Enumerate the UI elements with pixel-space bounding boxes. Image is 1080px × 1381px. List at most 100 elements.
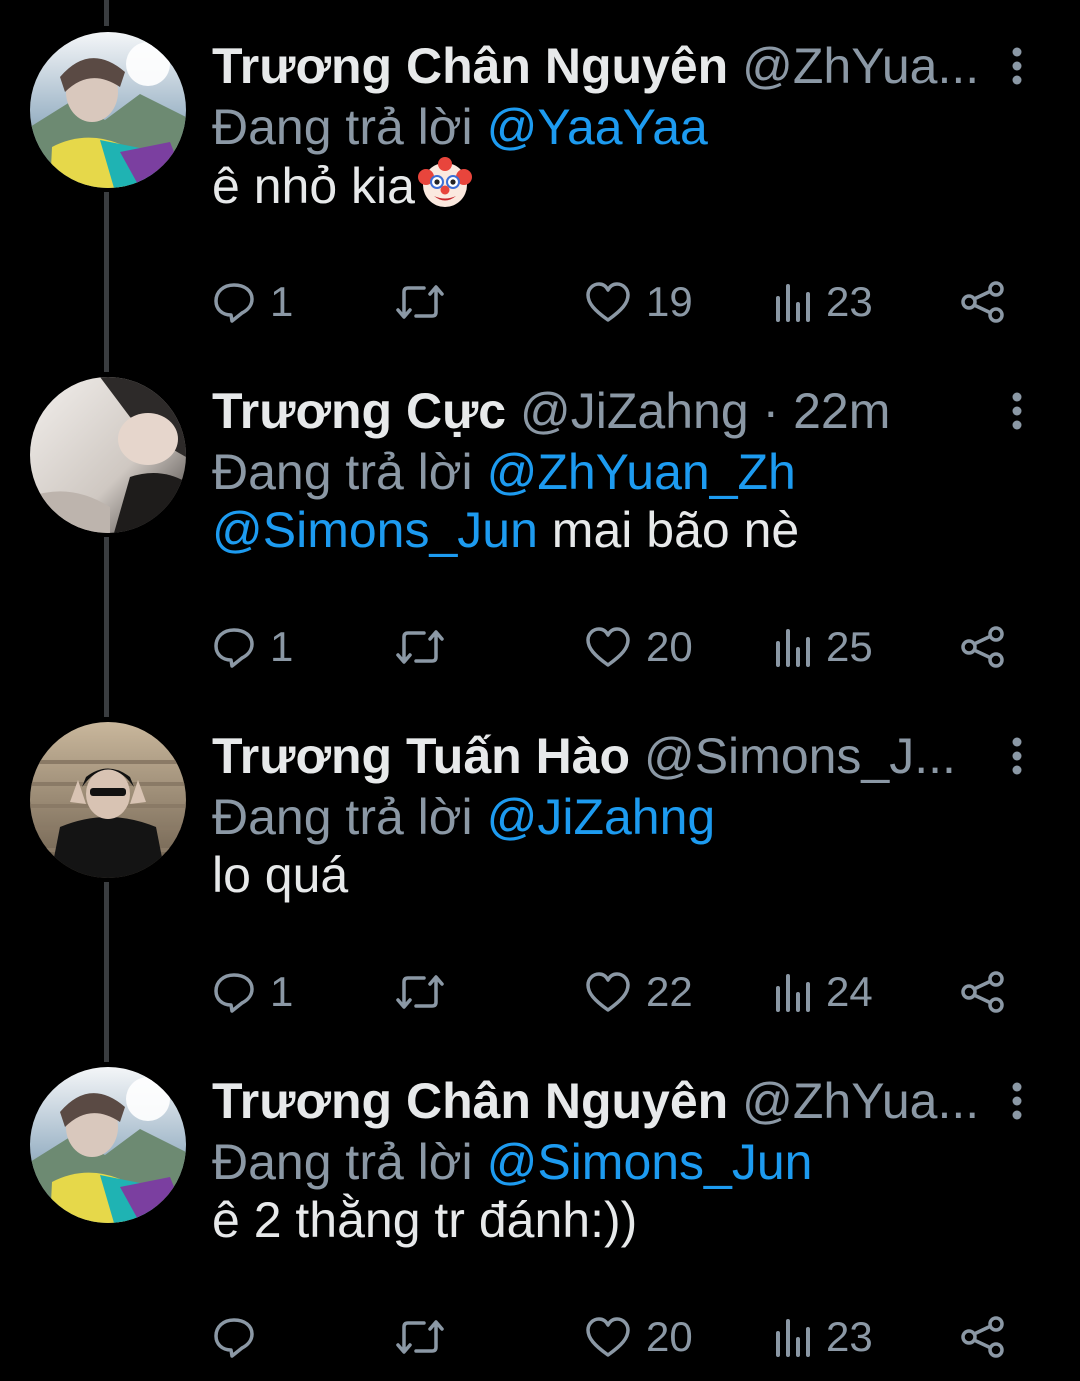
heart-icon <box>586 1317 630 1357</box>
user-handle[interactable]: @ZhYua... <box>742 1073 979 1129</box>
retweet-button[interactable] <box>394 964 446 1020</box>
user-handle[interactable]: @JiZahng <box>520 383 749 439</box>
views-button[interactable]: 23 <box>772 274 873 330</box>
tweet-header: Trương Cực @JiZahng · 22m <box>212 383 982 439</box>
tweet-text-content: ê nhỏ kia <box>212 158 415 214</box>
replying-to-label: Đang trả lời <box>212 1134 473 1190</box>
replying-to-handle[interactable]: @YaaYaa <box>487 99 708 155</box>
more-options-icon[interactable] <box>1002 389 1032 433</box>
like-count: 22 <box>646 968 693 1015</box>
view-count: 25 <box>826 623 873 670</box>
tweet[interactable]: Trương Tuấn Hào @Simons_J... Đang trả lờ… <box>0 690 1080 1035</box>
reply-count: 1 <box>270 623 294 670</box>
tweet-text: @Simons_Jun mai bão nè <box>212 500 799 560</box>
reply-button[interactable] <box>212 1309 270 1365</box>
heart-icon <box>586 972 630 1012</box>
share-button[interactable] <box>960 274 1006 330</box>
avatar[interactable] <box>30 32 186 188</box>
replying-to-label: Đang trả lời <box>212 99 473 155</box>
tweet-text-content: ê 2 thằng tr đánh:)) <box>212 1192 638 1248</box>
reply-button[interactable]: 1 <box>212 274 293 330</box>
views-button[interactable]: 23 <box>772 1309 873 1365</box>
tweet-text-content: mai bão nè <box>537 502 800 558</box>
user-handle[interactable]: @Simons_J... <box>644 728 956 784</box>
more-options-icon[interactable] <box>1002 44 1032 88</box>
display-name[interactable]: Trương Chân Nguyên <box>212 1073 728 1129</box>
clown-face-icon <box>417 155 473 224</box>
retweet-button[interactable] <box>394 1309 446 1365</box>
like-count: 19 <box>646 278 693 325</box>
timestamp[interactable]: · 22m <box>763 383 891 439</box>
replying-to: Đang trả lời @YaaYaa <box>212 99 708 155</box>
tweet-actions: 1 20 25 <box>212 619 1032 675</box>
replying-to-handle[interactable]: @JiZahng <box>487 789 716 845</box>
like-count: 20 <box>646 1313 693 1360</box>
tweet-header: Trương Tuấn Hào @Simons_J... <box>212 728 982 784</box>
share-icon <box>961 1316 1004 1358</box>
display-name[interactable]: Trương Cực <box>212 383 506 439</box>
view-count: 23 <box>826 1313 873 1360</box>
more-options-icon[interactable] <box>1002 734 1032 778</box>
share-icon <box>961 626 1004 668</box>
reply-icon <box>214 1318 254 1358</box>
share-icon <box>961 971 1004 1013</box>
retweet-icon <box>396 975 444 1009</box>
replying-to-handle[interactable]: @Simons_Jun <box>487 1134 813 1190</box>
analytics-icon <box>776 284 810 322</box>
replying-to: Đang trả lời @ZhYuan_Zh <box>212 444 796 500</box>
replying-to-label: Đang trả lời <box>212 444 473 500</box>
share-button[interactable] <box>960 964 1006 1020</box>
tweet-actions: 1 22 24 <box>212 964 1032 1020</box>
more-options-icon[interactable] <box>1002 1079 1032 1123</box>
avatar[interactable] <box>30 722 186 878</box>
avatar[interactable] <box>30 1067 186 1223</box>
display-name[interactable]: Trương Chân Nguyên <box>212 38 728 94</box>
analytics-icon <box>776 1319 810 1357</box>
tweet-header: Trương Chân Nguyên @ZhYua... <box>212 1073 982 1129</box>
reply-button[interactable]: 1 <box>212 619 293 675</box>
retweet-button[interactable] <box>394 619 446 675</box>
tweet-actions: 20 23 <box>212 1309 1032 1365</box>
views-button[interactable]: 24 <box>772 964 873 1020</box>
reply-icon <box>214 283 254 323</box>
tweet[interactable]: Trương Cực @JiZahng · 22m Đang trả lời @… <box>0 345 1080 690</box>
avatar[interactable] <box>30 377 186 533</box>
share-button[interactable] <box>960 1309 1006 1365</box>
retweet-icon <box>396 285 444 319</box>
replying-to: Đang trả lời @Simons_Jun <box>212 1134 812 1190</box>
views-button[interactable]: 25 <box>772 619 873 675</box>
retweet-icon <box>396 630 444 664</box>
heart-icon <box>586 282 630 322</box>
like-button[interactable]: 20 <box>584 619 693 675</box>
tweet[interactable]: Trương Chân Nguyên @ZhYua... Đang trả lờ… <box>0 1035 1080 1380</box>
heart-icon <box>586 627 630 667</box>
like-button[interactable]: 19 <box>584 274 693 330</box>
like-count: 20 <box>646 623 693 670</box>
mention-link[interactable]: @Simons_Jun <box>212 502 538 558</box>
tweet-text: lo quá <box>212 845 348 905</box>
tweet-actions: 1 19 23 <box>212 274 1032 330</box>
tweet-text: ê nhỏ kia <box>212 155 473 224</box>
replying-to: Đang trả lời @JiZahng <box>212 789 715 845</box>
tweet[interactable]: Trương Chân Nguyên @ZhYua... Đang trả lờ… <box>0 0 1080 345</box>
retweet-icon <box>396 1320 444 1354</box>
analytics-icon <box>776 629 810 667</box>
replying-to-handle[interactable]: @ZhYuan_Zh <box>487 444 796 500</box>
reply-icon <box>214 973 254 1013</box>
reply-icon <box>214 628 254 668</box>
like-button[interactable]: 22 <box>584 964 693 1020</box>
share-icon <box>961 281 1004 323</box>
user-handle[interactable]: @ZhYua... <box>742 38 979 94</box>
reply-button[interactable]: 1 <box>212 964 293 1020</box>
replying-to-label: Đang trả lời <box>212 789 473 845</box>
like-button[interactable]: 20 <box>584 1309 693 1365</box>
share-button[interactable] <box>960 619 1006 675</box>
reply-count: 1 <box>270 968 294 1015</box>
analytics-icon <box>776 974 810 1012</box>
retweet-button[interactable] <box>394 274 446 330</box>
view-count: 24 <box>826 968 873 1015</box>
tweet-text: ê 2 thằng tr đánh:)) <box>212 1190 637 1250</box>
view-count: 23 <box>826 278 873 325</box>
display-name[interactable]: Trương Tuấn Hào <box>212 728 630 784</box>
tweet-text-content: lo quá <box>212 847 349 903</box>
